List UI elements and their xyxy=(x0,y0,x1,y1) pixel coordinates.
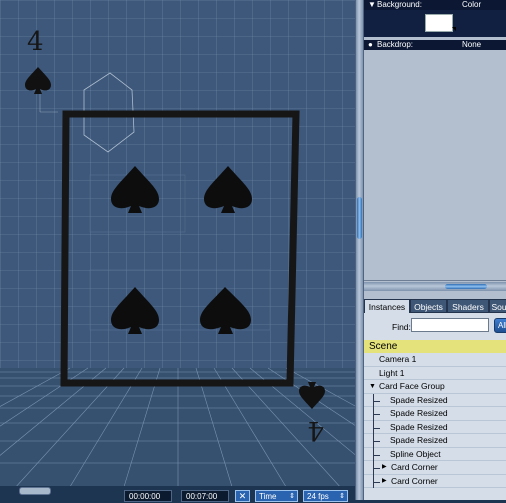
tree-item-label: Light 1 xyxy=(379,367,405,378)
find-all-button[interactable]: All xyxy=(494,318,506,333)
time-mode-dropdown[interactable]: Time ⇕ xyxy=(255,490,298,502)
viewport-canvas[interactable]: 4 4 xyxy=(0,0,355,500)
timeline-scroll-thumb[interactable] xyxy=(19,487,51,495)
expand-triangle-icon[interactable]: ▼ xyxy=(369,380,376,394)
close-icon[interactable]: ✕ xyxy=(235,490,250,502)
backdrop-label: Backdrop: xyxy=(377,40,414,49)
properties-panel: ▼ Background: Color ● Backdrop: None Ins… xyxy=(364,0,506,500)
tree-item-label: Spade Resized xyxy=(390,435,448,445)
corner-rank-top: 4 xyxy=(27,27,44,57)
3d-viewport[interactable]: 4 4 xyxy=(0,0,355,500)
tree-item-label: Camera 1 xyxy=(379,354,417,364)
properties-empty-area xyxy=(364,50,506,281)
current-time-field[interactable]: 00:00:00 xyxy=(124,490,172,502)
tree-item-label: Spade Resized xyxy=(390,421,448,432)
find-input[interactable] xyxy=(411,318,489,332)
swatch-popup-arrow-icon[interactable] xyxy=(452,27,456,31)
timeline-bar: 00:00:00 00:07:00 ✕ Time ⇕ 24 fps ⇕ xyxy=(0,486,355,502)
tree-item-light[interactable]: Light 1 xyxy=(364,367,506,380)
end-time-field[interactable]: 00:07:00 xyxy=(181,490,229,502)
tree-item-camera[interactable]: Camera 1 xyxy=(364,353,506,367)
backdrop-value[interactable]: None xyxy=(462,40,481,50)
splitter-grip[interactable] xyxy=(445,284,487,289)
tab-objects[interactable]: Objects xyxy=(410,299,447,313)
tree-item-card-corner[interactable]: ▶ Card Corner xyxy=(364,461,506,475)
vertical-splitter[interactable] xyxy=(355,0,364,500)
tree-item-label: Card Face Group xyxy=(379,381,445,391)
background-row[interactable]: ▼ Background: Color xyxy=(364,0,506,10)
corner-rank-bottom: 4 xyxy=(307,415,324,445)
tab-instances[interactable]: Instances xyxy=(364,299,410,313)
tab-sounds[interactable]: Sou xyxy=(489,299,506,313)
tree-item-card-corner[interactable]: ▶ Card Corner xyxy=(364,474,506,489)
collapsed-triangle-icon[interactable]: ▶ xyxy=(382,461,387,475)
tree-item-spade[interactable]: Spade Resized xyxy=(364,420,506,434)
scene-title: Scene xyxy=(369,341,398,352)
collapsed-triangle-icon[interactable]: ▶ xyxy=(382,475,387,489)
tab-shaders[interactable]: Shaders xyxy=(447,299,489,313)
chevron-down-icon: ⇕ xyxy=(339,493,345,500)
find-bar: Find: All xyxy=(364,313,506,340)
tree-item-label: Spade Resized xyxy=(390,408,448,418)
background-label: Background: xyxy=(377,0,422,9)
tree-item-label: Spade Resized xyxy=(390,394,448,405)
back-wall-grid xyxy=(0,0,355,368)
background-color-swatch[interactable] xyxy=(425,14,453,32)
tree-item-spade[interactable]: Spade Resized xyxy=(364,434,506,448)
find-label: Find: xyxy=(392,322,411,332)
fps-dropdown[interactable]: 24 fps ⇕ xyxy=(303,490,348,502)
expand-triangle-icon[interactable]: ▼ xyxy=(368,0,376,10)
tree-item-spade[interactable]: Spade Resized xyxy=(364,393,506,407)
background-swatch-area xyxy=(364,10,506,37)
scene-tree: Camera 1 Light 1 ▼ Card Face Group Spade… xyxy=(364,353,506,500)
tab-bar: Instances Objects Shaders Sou xyxy=(364,299,506,313)
tree-item-label: Card Corner xyxy=(391,475,438,486)
tree-item-spade[interactable]: Spade Resized xyxy=(364,407,506,421)
splitter-grip[interactable] xyxy=(357,197,362,239)
chevron-down-icon: ⇕ xyxy=(289,493,295,500)
horizontal-splitter[interactable] xyxy=(364,282,506,291)
tree-item-label: Spline Object xyxy=(390,448,441,459)
tree-item-spline[interactable]: Spline Object xyxy=(364,447,506,461)
background-value[interactable]: Color xyxy=(462,0,481,10)
bullet-icon: ● xyxy=(368,40,373,49)
backdrop-row[interactable]: ● Backdrop: None xyxy=(364,40,506,50)
scene-header[interactable]: Scene xyxy=(364,340,506,353)
tree-item-label: Card Corner xyxy=(391,462,438,472)
tree-item-card-face-group[interactable]: ▼ Card Face Group xyxy=(364,380,506,394)
